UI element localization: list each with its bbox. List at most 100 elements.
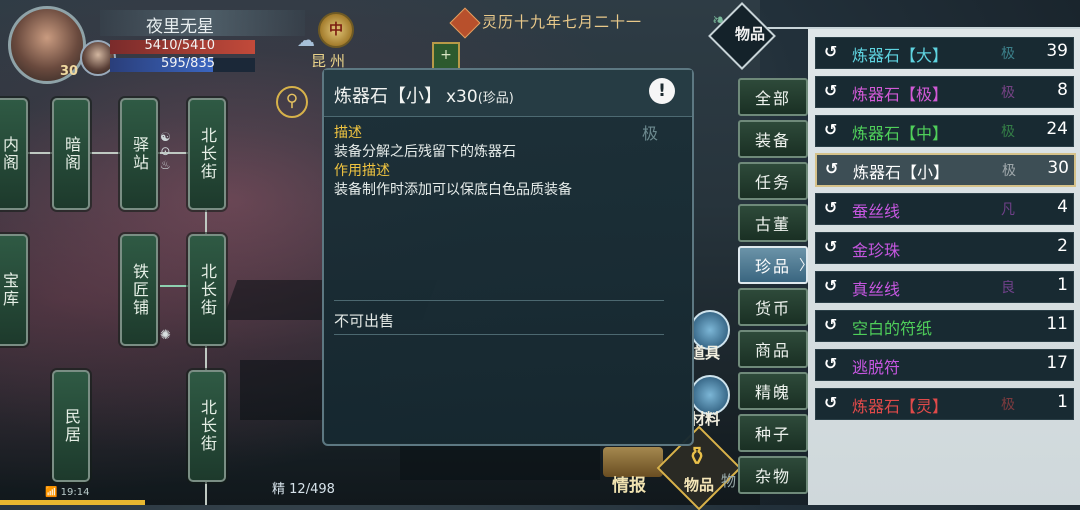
- spirit-icon: ☯ ⊙ ♨: [160, 130, 171, 172]
- item-name: 真丝线: [852, 280, 901, 299]
- item-name: 炼器石【小】: [853, 163, 950, 182]
- item-row[interactable]: ↺ 空白的符纸 11: [815, 310, 1074, 342]
- item-name: 逃脱符: [852, 358, 901, 377]
- item-grade-mark: 良: [1001, 280, 1015, 296]
- player-name: 夜里无星: [146, 17, 214, 37]
- item-arrow-icon: ↺: [824, 81, 838, 100]
- map-node-tiejiangpu[interactable]: 铁匠铺: [120, 234, 158, 346]
- spirit-counter: 精 12/498: [272, 478, 335, 497]
- tooltip-header: 炼器石【小】 x30(珍品) !: [324, 70, 692, 117]
- mp-value: 595/835: [160, 56, 215, 71]
- map-connector: [205, 480, 207, 505]
- map-node-yizhan[interactable]: 驿站: [120, 98, 158, 210]
- tooltip-title: 炼器石【小】 x30(珍品): [334, 82, 514, 108]
- item-count: 24: [1046, 119, 1068, 139]
- item-count: 2: [1057, 236, 1068, 256]
- item-grade-mark: 极: [1001, 85, 1015, 101]
- item-arrow-icon: ↺: [824, 42, 838, 61]
- map-node-neige[interactable]: 内阁: [0, 98, 28, 210]
- item-row[interactable]: ↺ 金珍珠 2: [815, 232, 1074, 264]
- usage-text: 装备制作时添加可以保底白色品质装备: [334, 182, 572, 198]
- category-tab-misc[interactable]: 杂物: [738, 456, 808, 494]
- item-arrow-icon: ↺: [824, 237, 838, 256]
- items-button[interactable]: 物品: [679, 474, 719, 495]
- category-tab-goods[interactable]: 商品: [738, 330, 808, 368]
- weather-cloud-icon: ☁: [297, 30, 315, 51]
- item-name: 炼器石【中】: [852, 124, 949, 143]
- search-icon[interactable]: ⚲: [276, 86, 308, 118]
- category-tab-equipment[interactable]: 装备: [738, 120, 808, 158]
- divider: [334, 334, 664, 335]
- category-tab-treasure[interactable]: 珍品: [738, 246, 808, 284]
- item-grade-mark: 极: [1001, 124, 1015, 140]
- item-row[interactable]: ↺ 炼器石【极】 极 8: [815, 76, 1074, 108]
- usage-label: 作用描述: [334, 163, 390, 179]
- chevron-right-icon: 〉: [799, 258, 813, 274]
- compass-icon[interactable]: 中: [318, 12, 354, 48]
- gear-icon: ✺: [160, 328, 171, 343]
- item-row[interactable]: ↺ 蚕丝线 凡 4: [815, 193, 1074, 225]
- category-tab-antique[interactable]: 古董: [738, 204, 808, 242]
- item-name: 炼器石【极】: [852, 85, 949, 104]
- item-name: 金珍珠: [852, 241, 901, 260]
- map-node-baoku[interactable]: 宝库: [0, 234, 28, 346]
- tooltip-item-name: 炼器石【小】: [334, 86, 442, 107]
- item-count: 1: [1057, 275, 1068, 295]
- item-arrow-icon: ↺: [824, 354, 838, 373]
- item-arrow-icon: ↺: [824, 198, 838, 217]
- bag-icon[interactable]: ⚱: [681, 442, 713, 472]
- shield-icon[interactable]: +: [432, 42, 460, 70]
- item-row[interactable]: ↺ 炼器石【小】 极 30: [815, 153, 1076, 187]
- item-grade-mark: 凡: [1001, 202, 1015, 218]
- sell-status: 不可出售: [334, 312, 395, 330]
- info-icon[interactable]: !: [649, 78, 675, 104]
- description-text: 装备分解之后残留下的炼器石: [334, 144, 516, 160]
- item-name: 空白的符纸: [852, 319, 933, 338]
- item-arrow-icon: ↺: [824, 120, 838, 139]
- item-name: 炼器石【大】: [852, 46, 949, 65]
- hp-value: 5410/5410: [144, 38, 215, 53]
- spirit-count-value: 12/498: [289, 482, 335, 497]
- item-row[interactable]: ↺ 真丝线 良 1: [815, 271, 1074, 303]
- spirit-prefix: 精: [272, 482, 286, 497]
- item-arrow-icon: ↺: [824, 276, 838, 295]
- intel-button[interactable]: 情报: [612, 471, 646, 496]
- item-count: 11: [1046, 314, 1068, 334]
- item-count: 17: [1046, 353, 1068, 373]
- item-row[interactable]: ↺ 炼器石【灵】 极 1: [815, 388, 1074, 420]
- item-arrow-icon: ↺: [825, 159, 839, 178]
- experience-bar: [0, 500, 145, 505]
- panel-title: 物品: [734, 25, 765, 43]
- item-arrow-icon: ↺: [824, 393, 838, 412]
- map-connector: [20, 152, 200, 154]
- category-tab-seeds[interactable]: 种子: [738, 414, 808, 452]
- materials-button-label[interactable]: 材料: [690, 408, 720, 429]
- partial-button-label: 物: [721, 472, 737, 490]
- category-tab-all[interactable]: 全部: [738, 78, 808, 116]
- item-row[interactable]: ↺ 炼器石【中】 极 24: [815, 115, 1074, 147]
- clock: 📶 19:14: [45, 487, 90, 498]
- map-node-minju[interactable]: 民居: [52, 370, 90, 482]
- item-tooltip: 炼器石【小】 x30(珍品) ! 极 描述 装备分解之后残留下的炼器石 作用描述 …: [322, 68, 694, 446]
- category-tab-soul[interactable]: 精魄: [738, 372, 808, 410]
- item-name: 炼器石【灵】: [852, 397, 949, 416]
- item-row[interactable]: ↺ 炼器石【大】 极 39: [815, 37, 1074, 69]
- item-name: 蚕丝线: [852, 202, 901, 221]
- quality-seal: 极: [642, 124, 659, 143]
- item-arrow-icon: ↺: [824, 315, 838, 334]
- map-node-ange[interactable]: 暗阁: [52, 98, 90, 210]
- game-date: 灵历十九年七月二十一: [482, 13, 643, 31]
- map-node-beichangjie-3[interactable]: 北长街: [188, 370, 226, 482]
- tooltip-rarity: (珍品): [477, 91, 514, 106]
- item-row[interactable]: ↺ 逃脱符 17: [815, 349, 1074, 381]
- category-tab-currency[interactable]: 货币: [738, 288, 808, 326]
- item-grade-mark: 极: [1002, 163, 1016, 179]
- item-count: 30: [1047, 158, 1069, 178]
- map-node-beichangjie-1[interactable]: 北长街: [188, 98, 226, 210]
- category-tab-quest[interactable]: 任务: [738, 162, 808, 200]
- props-button-label[interactable]: 道具: [690, 342, 720, 363]
- item-grade-mark: 极: [1001, 46, 1015, 62]
- map-node-beichangjie-2[interactable]: 北长街: [188, 234, 226, 346]
- player-level: 30: [60, 64, 79, 79]
- item-count: 39: [1046, 41, 1068, 61]
